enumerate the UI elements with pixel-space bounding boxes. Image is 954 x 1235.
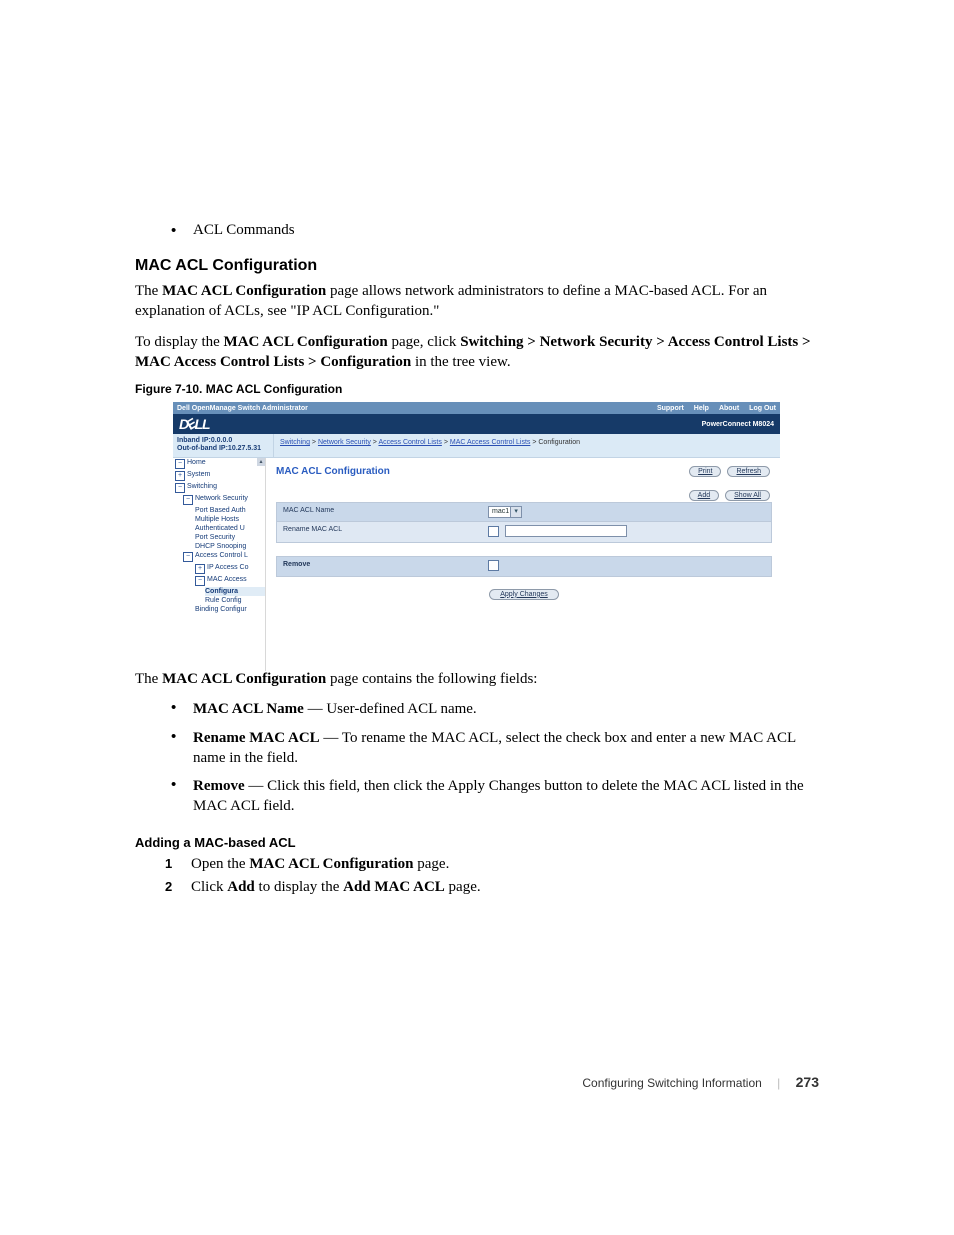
- nav-tree[interactable]: ▴ −Home +System −Switching −Network Secu…: [173, 458, 266, 671]
- acl-name-select[interactable]: mac1: [488, 506, 522, 518]
- help-link[interactable]: Help: [694, 405, 709, 412]
- tree-system[interactable]: System: [187, 471, 210, 481]
- bullet-icon: •: [171, 699, 193, 719]
- content-panel: MAC ACL Configuration Print Refresh Add …: [266, 458, 780, 671]
- label-acl-name: MAC ACL Name: [277, 503, 484, 521]
- breadcrumb-link[interactable]: Network Security: [318, 439, 371, 446]
- heading-2: MAC ACL Configuration: [135, 257, 825, 275]
- breadcrumb-link[interactable]: Switching: [280, 439, 310, 446]
- collapse-icon[interactable]: −: [175, 459, 185, 469]
- rename-checkbox[interactable]: [488, 526, 499, 537]
- bullet-icon: •: [171, 776, 193, 817]
- heading-3: Adding a MAC-based ACL: [135, 835, 825, 850]
- page-footer: Configuring Switching Information | 273: [582, 1074, 819, 1090]
- step-number: 2: [165, 879, 191, 896]
- expand-icon[interactable]: +: [195, 564, 205, 574]
- tree-item[interactable]: Authenticated U: [195, 525, 245, 532]
- bullet-icon: •: [171, 222, 193, 239]
- paragraph: The MAC ACL Configuration page allows ne…: [135, 281, 825, 322]
- list-item: 2 Click Add to display the Add MAC ACL p…: [165, 879, 825, 896]
- figure-caption: Figure 7-10. MAC ACL Configuration: [135, 382, 825, 396]
- list-item: • ACL Commands: [171, 222, 825, 239]
- footer-section: Configuring Switching Information: [582, 1076, 761, 1090]
- label-remove: Remove: [277, 557, 484, 576]
- breadcrumb-current: Configuration: [538, 439, 580, 446]
- label-rename: Rename MAC ACL: [277, 522, 484, 542]
- rename-input[interactable]: [505, 525, 627, 537]
- brand-bar: DELL PowerConnect M8024: [173, 414, 780, 434]
- bullet-icon: •: [171, 728, 193, 769]
- ip-cell: Inband IP:0.0.0.0 Out-of-band IP:10.27.5…: [173, 434, 274, 457]
- document-page: • ACL Commands MAC ACL Configuration The…: [135, 222, 825, 902]
- expand-icon[interactable]: +: [175, 471, 185, 481]
- list-item-text: ACL Commands: [193, 222, 295, 239]
- breadcrumb-link[interactable]: MAC Access Control Lists: [450, 439, 531, 446]
- ordered-list: 1 Open the MAC ACL Configuration page. 2…: [165, 856, 825, 896]
- tree-home[interactable]: Home: [187, 459, 206, 469]
- window-titlebar: Dell OpenManage Switch Administrator Sup…: [173, 402, 780, 414]
- list-item: • Rename MAC ACL — To rename the MAC ACL…: [171, 728, 825, 769]
- collapse-icon[interactable]: −: [183, 495, 193, 505]
- breadcrumb-link[interactable]: Access Control Lists: [378, 439, 441, 446]
- list-item: 1 Open the MAC ACL Configuration page.: [165, 856, 825, 873]
- collapse-icon[interactable]: −: [195, 576, 205, 586]
- separator-icon: |: [777, 1076, 780, 1090]
- field-list: • MAC ACL Name — User-defined ACL name. …: [171, 699, 825, 816]
- tree-acl[interactable]: Access Control L: [195, 552, 248, 562]
- window-title: Dell OpenManage Switch Administrator: [177, 405, 308, 412]
- page-number: 273: [796, 1074, 819, 1090]
- dell-logo: DELL: [179, 417, 210, 431]
- tree-item[interactable]: Multiple Hosts: [195, 516, 239, 523]
- remove-checkbox[interactable]: [488, 560, 499, 571]
- collapse-icon[interactable]: −: [183, 552, 193, 562]
- showall-button[interactable]: Show All: [725, 490, 770, 501]
- list-item: • Remove — Click this field, then click …: [171, 776, 825, 817]
- paragraph: The MAC ACL Configuration page contains …: [135, 669, 825, 689]
- refresh-button[interactable]: Refresh: [727, 466, 770, 477]
- tree-macacl[interactable]: MAC Access: [207, 576, 247, 586]
- support-link[interactable]: Support: [657, 405, 684, 412]
- embedded-screenshot: Dell OpenManage Switch Administrator Sup…: [173, 402, 780, 663]
- model-name: PowerConnect M8024: [702, 421, 774, 428]
- list-item: • MAC ACL Name — User-defined ACL name.: [171, 699, 825, 719]
- breadcrumb: Switching > Network Security > Access Co…: [274, 434, 586, 457]
- tree-item[interactable]: Port Security: [195, 534, 235, 541]
- info-bar: Inband IP:0.0.0.0 Out-of-band IP:10.27.5…: [173, 434, 780, 458]
- tree-item[interactable]: Port Based Auth: [195, 507, 246, 514]
- step-number: 1: [165, 856, 191, 873]
- form-section: Remove: [276, 556, 772, 577]
- tree-item[interactable]: DHCP Snooping: [195, 543, 246, 550]
- form-section: MAC ACL Name mac1 Rename MAC ACL: [276, 502, 772, 543]
- collapse-icon[interactable]: −: [175, 483, 185, 493]
- scroll-up-icon[interactable]: ▴: [257, 458, 265, 466]
- tree-switching[interactable]: Switching: [187, 483, 217, 493]
- apply-changes-button[interactable]: Apply Changes: [489, 589, 558, 600]
- tree-rule-config[interactable]: Rule Config: [205, 597, 242, 604]
- tree-configuration[interactable]: Configura: [205, 588, 238, 595]
- add-button[interactable]: Add: [689, 490, 719, 501]
- paragraph: To display the MAC ACL Configuration pag…: [135, 332, 825, 373]
- tree-network-security[interactable]: Network Security: [195, 495, 248, 505]
- print-button[interactable]: Print: [689, 466, 721, 477]
- tree-ipacl[interactable]: IP Access Co: [207, 564, 249, 574]
- tree-binding[interactable]: Binding Configur: [195, 606, 247, 613]
- about-link[interactable]: About: [719, 405, 739, 412]
- logout-link[interactable]: Log Out: [749, 405, 776, 412]
